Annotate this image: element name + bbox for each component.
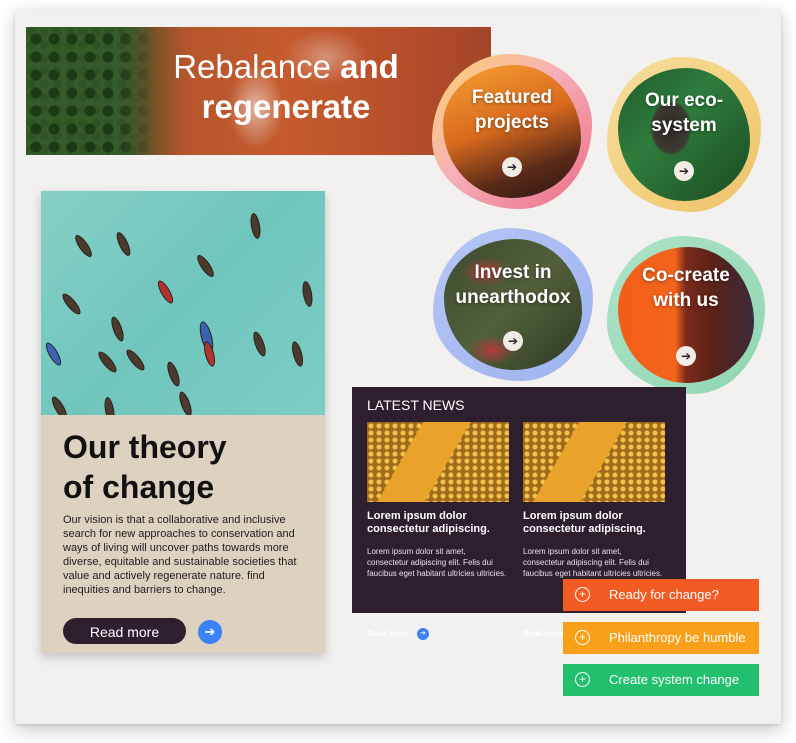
cta-label: Philanthropy be humble bbox=[609, 630, 746, 645]
boats-photo bbox=[41, 191, 325, 415]
news-title: Lorem ipsum dolor consectetur adipiscing… bbox=[367, 510, 490, 535]
co-create-link[interactable]: Co-create with us ➔ bbox=[607, 236, 765, 394]
news-header: LATEST NEWS bbox=[367, 397, 465, 413]
news-item[interactable]: Lorem ipsum dolor consectetur adipiscing… bbox=[523, 422, 665, 638]
news-read-more-link[interactable]: Read more bbox=[367, 629, 408, 639]
cta-ready-for-change[interactable]: + Ready for change? bbox=[563, 579, 759, 611]
news-body: Lorem ipsum dolor sit amet, consectetur … bbox=[523, 547, 663, 578]
news-title: Lorem ipsum dolor consectetur adipiscing… bbox=[523, 510, 646, 535]
featured-projects-link[interactable]: Featured projects ➔ bbox=[432, 54, 592, 209]
arrow-right-icon[interactable]: ➔ bbox=[417, 628, 429, 640]
read-more-button[interactable]: Read more bbox=[63, 618, 186, 644]
theory-body: Our vision is that a collaborative and i… bbox=[63, 514, 297, 596]
arrow-right-icon[interactable]: ➔ bbox=[503, 331, 523, 351]
cta-system-change[interactable]: + Create system change bbox=[563, 664, 759, 696]
arrow-right-icon[interactable]: ➔ bbox=[674, 161, 694, 181]
eco-system-link[interactable]: Our eco-system ➔ bbox=[607, 57, 761, 212]
page-title: Our theory of change bbox=[63, 429, 227, 505]
plus-circle-icon: + bbox=[575, 672, 590, 687]
arrow-right-icon[interactable]: ➔ bbox=[198, 620, 222, 644]
cta-label: Create system change bbox=[609, 672, 740, 687]
news-item[interactable]: Lorem ipsum dolor consectetur adipiscing… bbox=[367, 422, 509, 640]
cta-philanthropy[interactable]: + Philanthropy be humble bbox=[563, 622, 759, 654]
invest-link[interactable]: Invest in unearthodox ➔ bbox=[433, 228, 593, 381]
arrow-right-icon[interactable]: ➔ bbox=[502, 157, 522, 177]
hero-title: Rebalance and regenerate bbox=[173, 48, 399, 125]
blob-label: Invest in unearthodox bbox=[455, 261, 571, 308]
honeycomb-image bbox=[367, 422, 509, 502]
plus-circle-icon: + bbox=[575, 630, 590, 645]
blob-label: Featured projects bbox=[471, 86, 553, 133]
blob-label: Our eco-system bbox=[644, 89, 724, 136]
news-read-more-link[interactable]: Read more bbox=[523, 629, 564, 639]
honeycomb-image bbox=[523, 422, 665, 502]
theory-card: Our theory of change Our vision is that … bbox=[41, 191, 325, 653]
hero-banner: Rebalance and regenerate bbox=[26, 27, 491, 155]
plus-circle-icon: + bbox=[575, 587, 590, 602]
news-body: Lorem ipsum dolor sit amet, consectetur … bbox=[367, 547, 507, 578]
arrow-right-icon[interactable]: ➔ bbox=[676, 346, 696, 366]
blob-label: Co-create with us bbox=[642, 265, 730, 312]
cta-label: Ready for change? bbox=[609, 587, 719, 602]
